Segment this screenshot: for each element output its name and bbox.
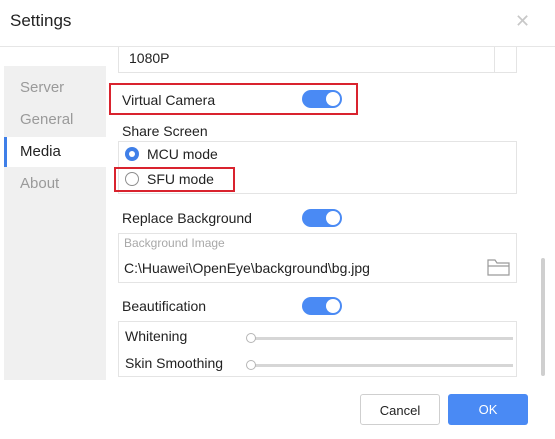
share-screen-label: Share Screen [122, 123, 208, 139]
sfu-mode-radio[interactable] [125, 172, 139, 186]
title-bar: Settings ✕ [0, 0, 555, 46]
resolution-value: 1080P [129, 50, 170, 66]
toggle-knob [326, 92, 340, 106]
whitening-label: Whitening [125, 328, 188, 344]
skin-smoothing-slider-thumb[interactable] [246, 360, 256, 370]
background-image-field: Background Image C:\Huawei\OpenEye\backg… [118, 233, 517, 283]
dropdown-divider [494, 47, 495, 72]
beautification-label: Beautification [122, 298, 207, 314]
close-icon[interactable]: ✕ [515, 11, 530, 32]
sidebar-item-label: Server [20, 79, 65, 96]
cancel-button[interactable]: Cancel [360, 394, 440, 425]
mcu-mode-radio[interactable] [125, 147, 139, 161]
settings-sidebar: Server General Media About [4, 66, 106, 380]
background-image-path: C:\Huawei\OpenEye\background\bg.jpg [124, 260, 370, 276]
background-image-label: Background Image [124, 236, 225, 250]
replace-background-toggle[interactable] [302, 209, 342, 227]
beautification-options: Whitening Skin Smoothing [118, 321, 517, 377]
mcu-mode-label: MCU mode [147, 146, 218, 162]
sidebar-item-about[interactable]: About [4, 169, 106, 199]
sidebar-item-label: General [20, 111, 74, 128]
virtual-camera-toggle[interactable] [302, 90, 342, 108]
sidebar-item-general[interactable]: General [4, 105, 106, 135]
dialog-title: Settings [10, 11, 72, 30]
toggle-knob [326, 299, 340, 313]
skin-smoothing-label: Skin Smoothing [125, 355, 224, 371]
sidebar-item-label: About [20, 175, 60, 192]
beautification-toggle[interactable] [302, 297, 342, 315]
whitening-slider-track [252, 337, 513, 340]
sidebar-item-media[interactable]: Media [4, 137, 106, 167]
ok-button[interactable]: OK [448, 394, 528, 425]
folder-icon[interactable] [486, 256, 512, 278]
toggle-knob [326, 211, 340, 225]
replace-background-label: Replace Background [122, 210, 252, 226]
sidebar-item-label: Media [20, 143, 61, 160]
resolution-select[interactable]: 1080P [118, 47, 517, 73]
content-scrollbar[interactable] [541, 258, 545, 376]
sfu-mode-label: SFU mode [147, 171, 214, 187]
sidebar-item-server[interactable]: Server [4, 73, 106, 103]
media-settings-panel: 1080P Virtual Camera Share Screen MCU mo… [106, 47, 536, 380]
whitening-slider-thumb[interactable] [246, 333, 256, 343]
virtual-camera-label: Virtual Camera [122, 92, 216, 108]
skin-smoothing-slider-track [252, 364, 513, 367]
